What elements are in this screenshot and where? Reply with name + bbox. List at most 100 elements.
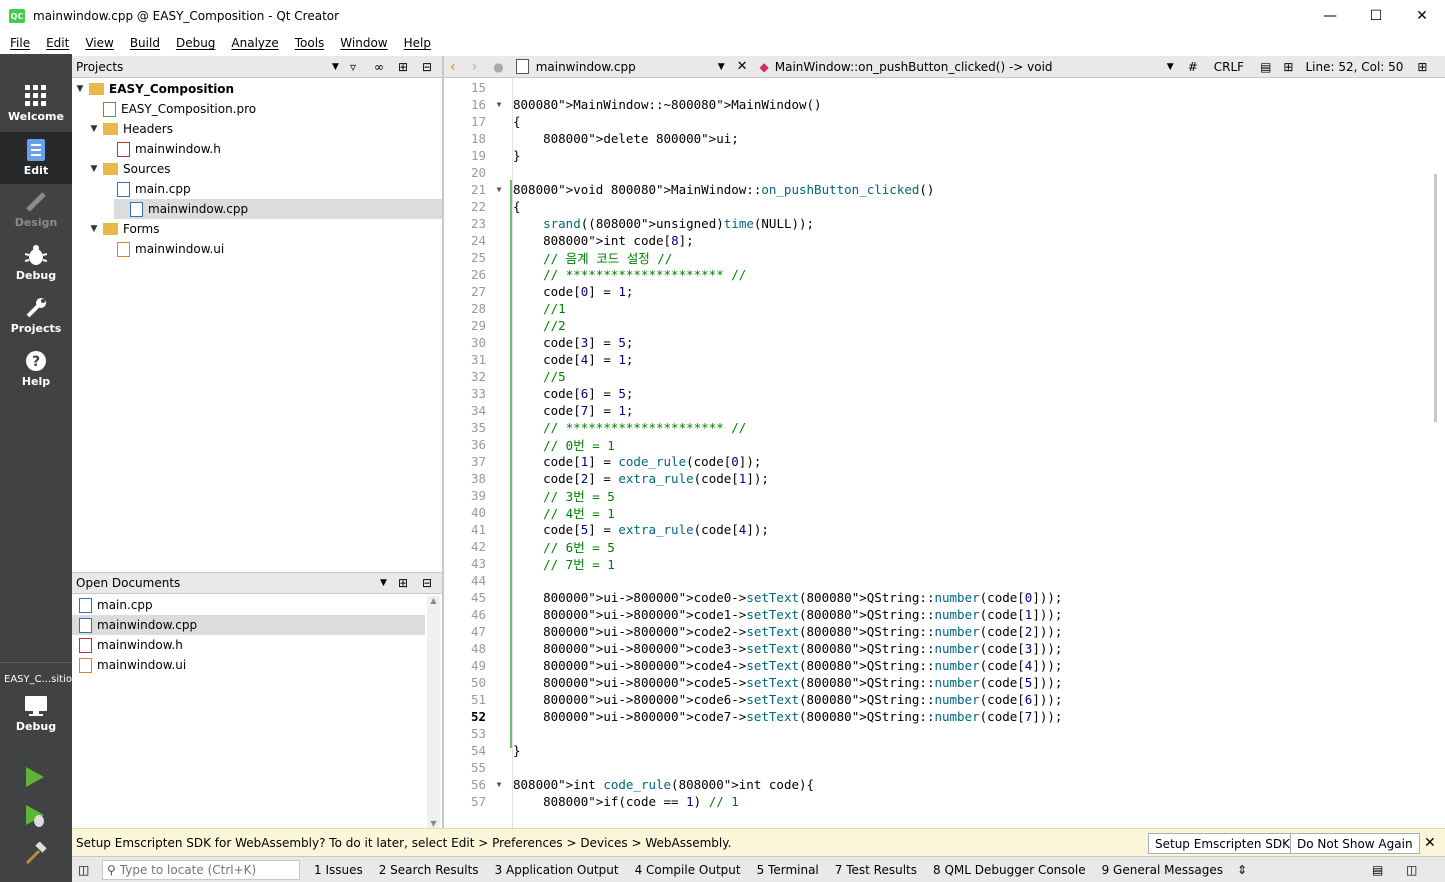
code-line[interactable]: 43 // 7번 = 1 [444,555,1434,572]
code-line[interactable]: 39 // 3번 = 5 [444,487,1434,504]
pane-general-messages[interactable]: 9 General Messages [1094,863,1231,877]
tree-item-main-cpp[interactable]: main.cpp [72,179,442,199]
code-line[interactable]: 45 800000">ui->800000">code0->setText(80… [444,589,1434,606]
code-line[interactable]: 54} [444,742,1434,759]
menu-analyze[interactable]: Analyze [223,36,286,50]
mode-welcome[interactable]: Welcome [0,78,72,130]
code-line[interactable]: 27 code[0] = 1; [444,283,1434,300]
current-file-combo[interactable]: mainwindow.cpp [536,60,716,74]
menu-view[interactable]: View [77,36,121,50]
expand-arrow-icon[interactable]: ▼ [74,84,86,94]
code-line[interactable]: 35 // ********************* // [444,419,1434,436]
close-button[interactable]: ✕ [1399,0,1445,32]
code-line[interactable]: 29 //2 [444,317,1434,334]
expand-arrow-icon[interactable]: ▼ [88,224,100,234]
code-line[interactable]: 57 808000">if(code == 1) // 1 [444,793,1434,810]
code-line[interactable]: 19} [444,147,1434,164]
code-line[interactable]: 18 808000">delete 800000">ui; [444,130,1434,147]
menu-build[interactable]: Build [122,36,168,50]
cursor-position[interactable]: Line: 52, Col: 50 [1305,60,1403,74]
split-icon[interactable]: ⊞ [398,60,408,74]
code-line[interactable]: 38 code[2] = extra_rule(code[1]); [444,470,1434,487]
link-icon[interactable]: ∞ [374,60,384,74]
code-line[interactable]: 22 { [444,198,1434,215]
code-line[interactable]: 37 code[1] = code_rule(code[0]); [444,453,1434,470]
code-line[interactable]: 50 800000">ui->800000">code5->setText(80… [444,674,1434,691]
expand-arrow-icon[interactable]: ▼ [88,124,100,134]
open-documents-dropdown-icon[interactable]: ▼ [380,578,387,588]
close-document-icon[interactable]: ✕ [737,59,748,74]
code-line[interactable]: 48 800000">ui->800000">code3->setText(80… [444,640,1434,657]
menu-window[interactable]: Window [332,36,395,50]
split-editor-icon[interactable]: ⊞ [1283,60,1293,74]
filter-icon[interactable]: ▿ [350,60,356,74]
close-pane-icon[interactable]: ⊟ [422,576,432,590]
scroll-up-icon[interactable]: ▲ [427,596,440,605]
fold-marker-icon[interactable]: ▼ [492,100,506,109]
mode-projects[interactable]: Projects [0,290,72,342]
tree-item-project[interactable]: ▼ EASY_Composition [72,79,442,99]
code-line[interactable]: 56 ▼ 808000">int code_rule(808000">int cod… [444,776,1434,793]
tree-item-sources[interactable]: ▼ Sources [72,159,442,179]
code-line[interactable]: 55 [444,759,1434,776]
open-doc-item[interactable]: mainwindow.h [72,635,425,655]
code-line[interactable]: 25 // 음계 코드 설정 // [444,249,1434,266]
debug-run-icon[interactable] [24,804,48,831]
hash-indicator[interactable]: # [1188,60,1198,74]
line-ending-indicator[interactable]: CRLF [1214,60,1244,74]
progress-icon[interactable]: ▤ [1372,863,1383,877]
pane-application-output[interactable]: 3 Application Output [487,863,627,877]
close-infobar-icon[interactable]: ✕ [1424,835,1436,851]
toggle-output-icon[interactable]: ◫ [1406,863,1417,877]
locator-field[interactable]: ⚲ [102,859,300,880]
code-line[interactable]: 52 800000">ui->800000">code7->setText(80… [444,708,1434,725]
code-line[interactable]: 42 // 6번 = 5 [444,538,1434,555]
symbol-combo[interactable]: MainWindow::on_pushButton_clicked() -> v… [775,60,1167,74]
open-docs-scrollbar[interactable]: ▲ ▼ [427,596,440,828]
code-line[interactable]: 33 code[6] = 5; [444,385,1434,402]
tree-item-mainwindow-cpp[interactable]: mainwindow.cpp [114,199,442,219]
maximize-button[interactable]: ☐ [1353,0,1399,32]
code-line[interactable]: 23 srand((808000">unsigned)time(NULL)); [444,215,1434,232]
pane-test-results[interactable]: 7 Test Results [827,863,925,877]
open-doc-item[interactable]: mainwindow.ui [72,655,425,675]
editor-scrollbar[interactable] [1434,174,1437,422]
code-line[interactable]: 36 // 0번 = 1 [444,436,1434,453]
code-line[interactable]: 17 { [444,113,1434,130]
open-doc-item[interactable]: mainwindow.cpp [72,615,425,635]
tree-item-headers[interactable]: ▼ Headers [72,119,442,139]
code-line[interactable]: 31 code[4] = 1; [444,351,1434,368]
tree-item-pro-file[interactable]: EASY_Composition.pro [72,99,442,119]
code-line[interactable]: 16 ▼ 800080">MainWindow::~800080">MainWind… [444,96,1434,113]
close-pane-icon[interactable]: ⊟ [422,60,432,74]
menu-file[interactable]: File [2,36,38,50]
mode-debug[interactable]: Debug [0,237,72,289]
open-doc-item[interactable]: main.cpp [72,595,425,615]
menu-help[interactable]: Help [396,36,439,50]
pane-terminal[interactable]: 5 Terminal [749,863,827,877]
code-line[interactable]: 24 808000">int code[8]; [444,232,1434,249]
toggle-sidebar-icon[interactable]: ◫ [78,863,96,877]
code-line[interactable]: 30 code[3] = 5; [444,334,1434,351]
kit-selector[interactable]: Debug [0,688,72,740]
code-line[interactable]: 20 [444,164,1434,181]
split-icon[interactable]: ⊞ [398,576,408,590]
tree-item-forms[interactable]: ▼ Forms [72,219,442,239]
menu-edit[interactable]: Edit [38,36,77,50]
code-editor[interactable]: 15 16 ▼ 800080">MainWindow::~800080">MainWi… [444,78,1445,828]
split-icon[interactable]: ⊞ [1417,60,1427,74]
encoding-icon[interactable]: ▤ [1260,60,1271,74]
forward-icon[interactable]: › [472,59,478,75]
code-line[interactable]: 53 [444,725,1434,742]
run-icon[interactable] [24,766,46,791]
minimize-button[interactable]: — [1307,0,1353,32]
code-line[interactable]: 28 //1 [444,300,1434,317]
more-panes-icon[interactable]: ⇕ [1237,863,1247,877]
projects-dropdown-icon[interactable]: ▼ [332,62,339,72]
code-line[interactable]: 44 [444,572,1434,589]
code-line[interactable]: 49 800000">ui->800000">code4->setText(80… [444,657,1434,674]
code-line[interactable]: 40 // 4번 = 1 [444,504,1434,521]
symbol-dropdown-icon[interactable]: ▼ [1167,62,1174,72]
tree-item-mainwindow-ui[interactable]: mainwindow.ui [72,239,442,259]
pane-search-results[interactable]: 2 Search Results [371,863,487,877]
